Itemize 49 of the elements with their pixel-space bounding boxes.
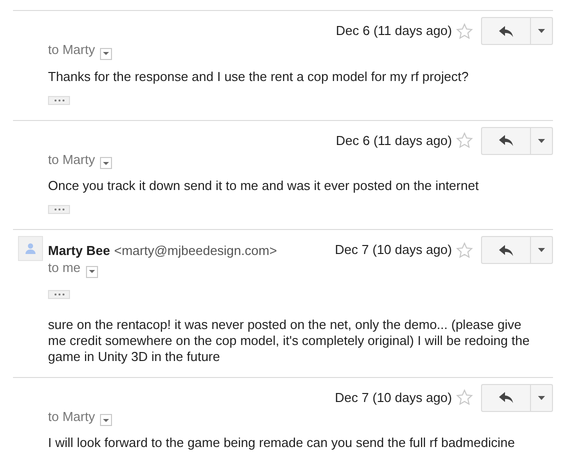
caret-icon [538,29,545,33]
caret-icon [538,396,545,400]
recipient-text: to Marty [48,42,95,57]
caret-icon [102,52,109,55]
reply-icon [499,244,513,256]
recipient-text: to Marty [48,408,95,424]
show-trimmed-button[interactable] [48,96,70,104]
message-body: Once you track it down send it to me and was it ever posted on the internet [48,178,480,194]
show-trimmed-button[interactable] [48,205,70,214]
star-icon[interactable] [456,242,473,258]
details-toggle[interactable] [100,48,112,60]
reply-icon [499,135,513,146]
more-button[interactable] [531,384,553,412]
message-date: Dec 7 (10 days ago) [334,241,452,260]
message-date: Dec 6 (11 days ago) [336,132,452,150]
star-icon[interactable] [456,389,473,406]
show-trimmed-button[interactable] [48,290,70,298]
caret-icon [88,270,95,273]
details-toggle[interactable] [86,266,98,278]
more-button[interactable] [531,17,553,45]
caret-icon [538,248,545,252]
star-icon[interactable] [456,22,473,40]
dots-icon [54,98,64,102]
reply-button[interactable] [481,126,531,154]
message-body: sure on the rentacop! it was never posted on the net, only the demo... (please give me credit somewhere on the cop model, it's completely original) I will be redoing the game in Unity 3D in the future [48,316,531,364]
dots-icon [54,208,64,211]
message-body: I will look forward to the game being remade can you send the full rf badmedicine [48,435,516,451]
details-toggle[interactable] [100,157,112,169]
message-body: Thanks for the response and I use the rent a cop model for my rf project? [48,68,470,84]
dots-icon [54,292,64,296]
caret-icon [102,162,109,164]
recipient-text: to me [48,260,81,275]
reply-button[interactable] [481,384,531,412]
reply-button[interactable] [481,236,531,264]
more-button[interactable] [531,126,553,154]
caret-icon [102,418,109,422]
sender-email: <marty@mjbeedesign.com> [114,243,277,258]
sender-name: Marty Bee [48,243,110,258]
reply-icon [499,392,513,403]
message-date: Dec 6 (11 days ago) [336,22,452,40]
message-date: Dec 7 (10 days ago) [334,388,452,407]
avatar-icon [24,242,37,255]
star-icon[interactable] [456,132,473,149]
caret-icon [538,138,545,142]
details-toggle[interactable] [100,414,112,426]
reply-icon [499,26,513,36]
more-button[interactable] [531,236,553,264]
reply-button[interactable] [481,17,531,45]
recipient-text: to Marty [48,152,95,166]
